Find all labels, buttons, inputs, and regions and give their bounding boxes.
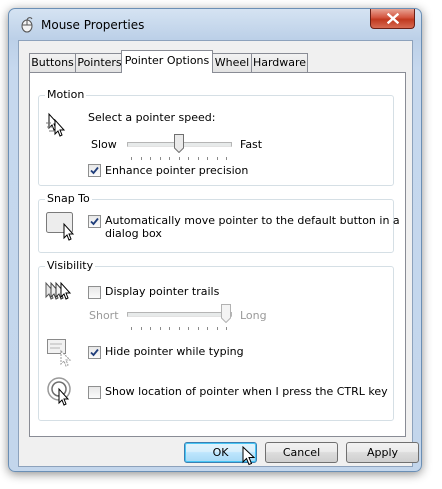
slider-tick — [150, 157, 151, 160]
slider-tick — [150, 327, 151, 330]
slider-tick — [188, 157, 189, 160]
close-icon — [386, 13, 399, 24]
slider-tick — [188, 327, 189, 330]
show-location-icon — [47, 377, 71, 406]
enhance-precision-checkbox[interactable] — [88, 164, 101, 177]
show-location-checkbox[interactable] — [88, 386, 101, 399]
mouse-properties-window: Mouse Properties Buttons Pointers Pointe… — [8, 8, 422, 472]
snap-to-icon — [46, 212, 75, 241]
slider-tick — [169, 157, 170, 160]
checkmark-icon — [90, 217, 99, 226]
apply-button[interactable]: Apply — [346, 442, 419, 463]
pointer-trails-checkbox[interactable] — [88, 286, 101, 299]
slider-tick — [140, 157, 142, 160]
pointer-trails-icon — [45, 281, 72, 300]
fast-label: Fast — [240, 138, 263, 151]
pointer-trails-label[interactable]: Display pointer trails — [105, 285, 219, 298]
tab-hardware[interactable]: Hardware — [251, 53, 308, 72]
show-location-label[interactable]: Show location of pointer when I press th… — [105, 385, 388, 398]
mouse-cursor-icon — [242, 446, 256, 466]
slider-tick — [226, 327, 227, 330]
snap-to-group: Snap To Automatically move pointer to th… — [38, 192, 400, 253]
auto-snap-label-line1[interactable]: Automatically move pointer to the defaul… — [105, 214, 400, 227]
cancel-button[interactable]: Cancel — [265, 442, 338, 463]
long-label: Long — [240, 309, 267, 322]
visibility-group: Visibility Display pointer trails Short … — [38, 259, 394, 421]
slider-tick — [159, 327, 161, 330]
pointer-options-panel: Motion Select a pointer speed: Slow Fast — [29, 72, 406, 437]
checkmark-icon — [90, 348, 99, 357]
slider-tick — [169, 327, 170, 330]
tab-wheel[interactable]: Wheel — [211, 53, 253, 72]
tab-pointer-options[interactable]: Pointer Options — [121, 50, 213, 73]
slider-tick — [197, 157, 199, 160]
snap-to-group-label: Snap To — [45, 192, 92, 205]
enhance-precision-label[interactable]: Enhance pointer precision — [105, 164, 248, 177]
slider-tick — [216, 157, 218, 160]
slider-tick — [207, 157, 208, 160]
slider-tick — [159, 157, 161, 160]
trails-slider-thumb[interactable] — [221, 304, 231, 323]
visibility-group-label: Visibility — [45, 259, 96, 272]
mouse-icon — [21, 17, 33, 33]
slider-tick — [131, 327, 132, 330]
hide-while-typing-checkbox[interactable] — [88, 346, 101, 359]
tab-pointers[interactable]: Pointers — [75, 53, 124, 72]
slider-tick — [178, 327, 180, 330]
tab-buttons[interactable]: Buttons — [29, 53, 76, 72]
short-label: Short — [89, 309, 119, 322]
slow-label: Slow — [91, 138, 117, 151]
slider-tick — [178, 157, 180, 160]
hide-while-typing-icon — [47, 339, 72, 367]
speed-slider-thumb[interactable] — [173, 134, 184, 153]
auto-snap-label-line2[interactable]: dialog box — [105, 227, 162, 240]
auto-snap-checkbox[interactable] — [88, 215, 101, 228]
slider-tick — [140, 327, 142, 330]
slider-tick — [197, 327, 199, 330]
slider-tick — [216, 327, 218, 330]
slider-tick — [226, 157, 227, 160]
window-title: Mouse Properties — [41, 18, 145, 32]
close-button[interactable] — [370, 9, 415, 29]
checkmark-icon — [90, 166, 99, 175]
motion-group: Motion Select a pointer speed: Slow Fast — [38, 88, 394, 186]
hide-while-typing-label[interactable]: Hide pointer while typing — [105, 345, 244, 358]
slider-tick — [131, 157, 132, 160]
trails-slider-track[interactable] — [127, 312, 232, 317]
pointer-speed-icon — [46, 112, 66, 137]
slider-tick — [207, 327, 208, 330]
title-bar[interactable]: Mouse Properties — [9, 9, 421, 39]
motion-group-label: Motion — [45, 88, 87, 101]
speed-prompt-label: Select a pointer speed: — [88, 111, 216, 124]
dialog-client-area: Buttons Pointers Pointer Options Wheel H… — [18, 40, 419, 467]
